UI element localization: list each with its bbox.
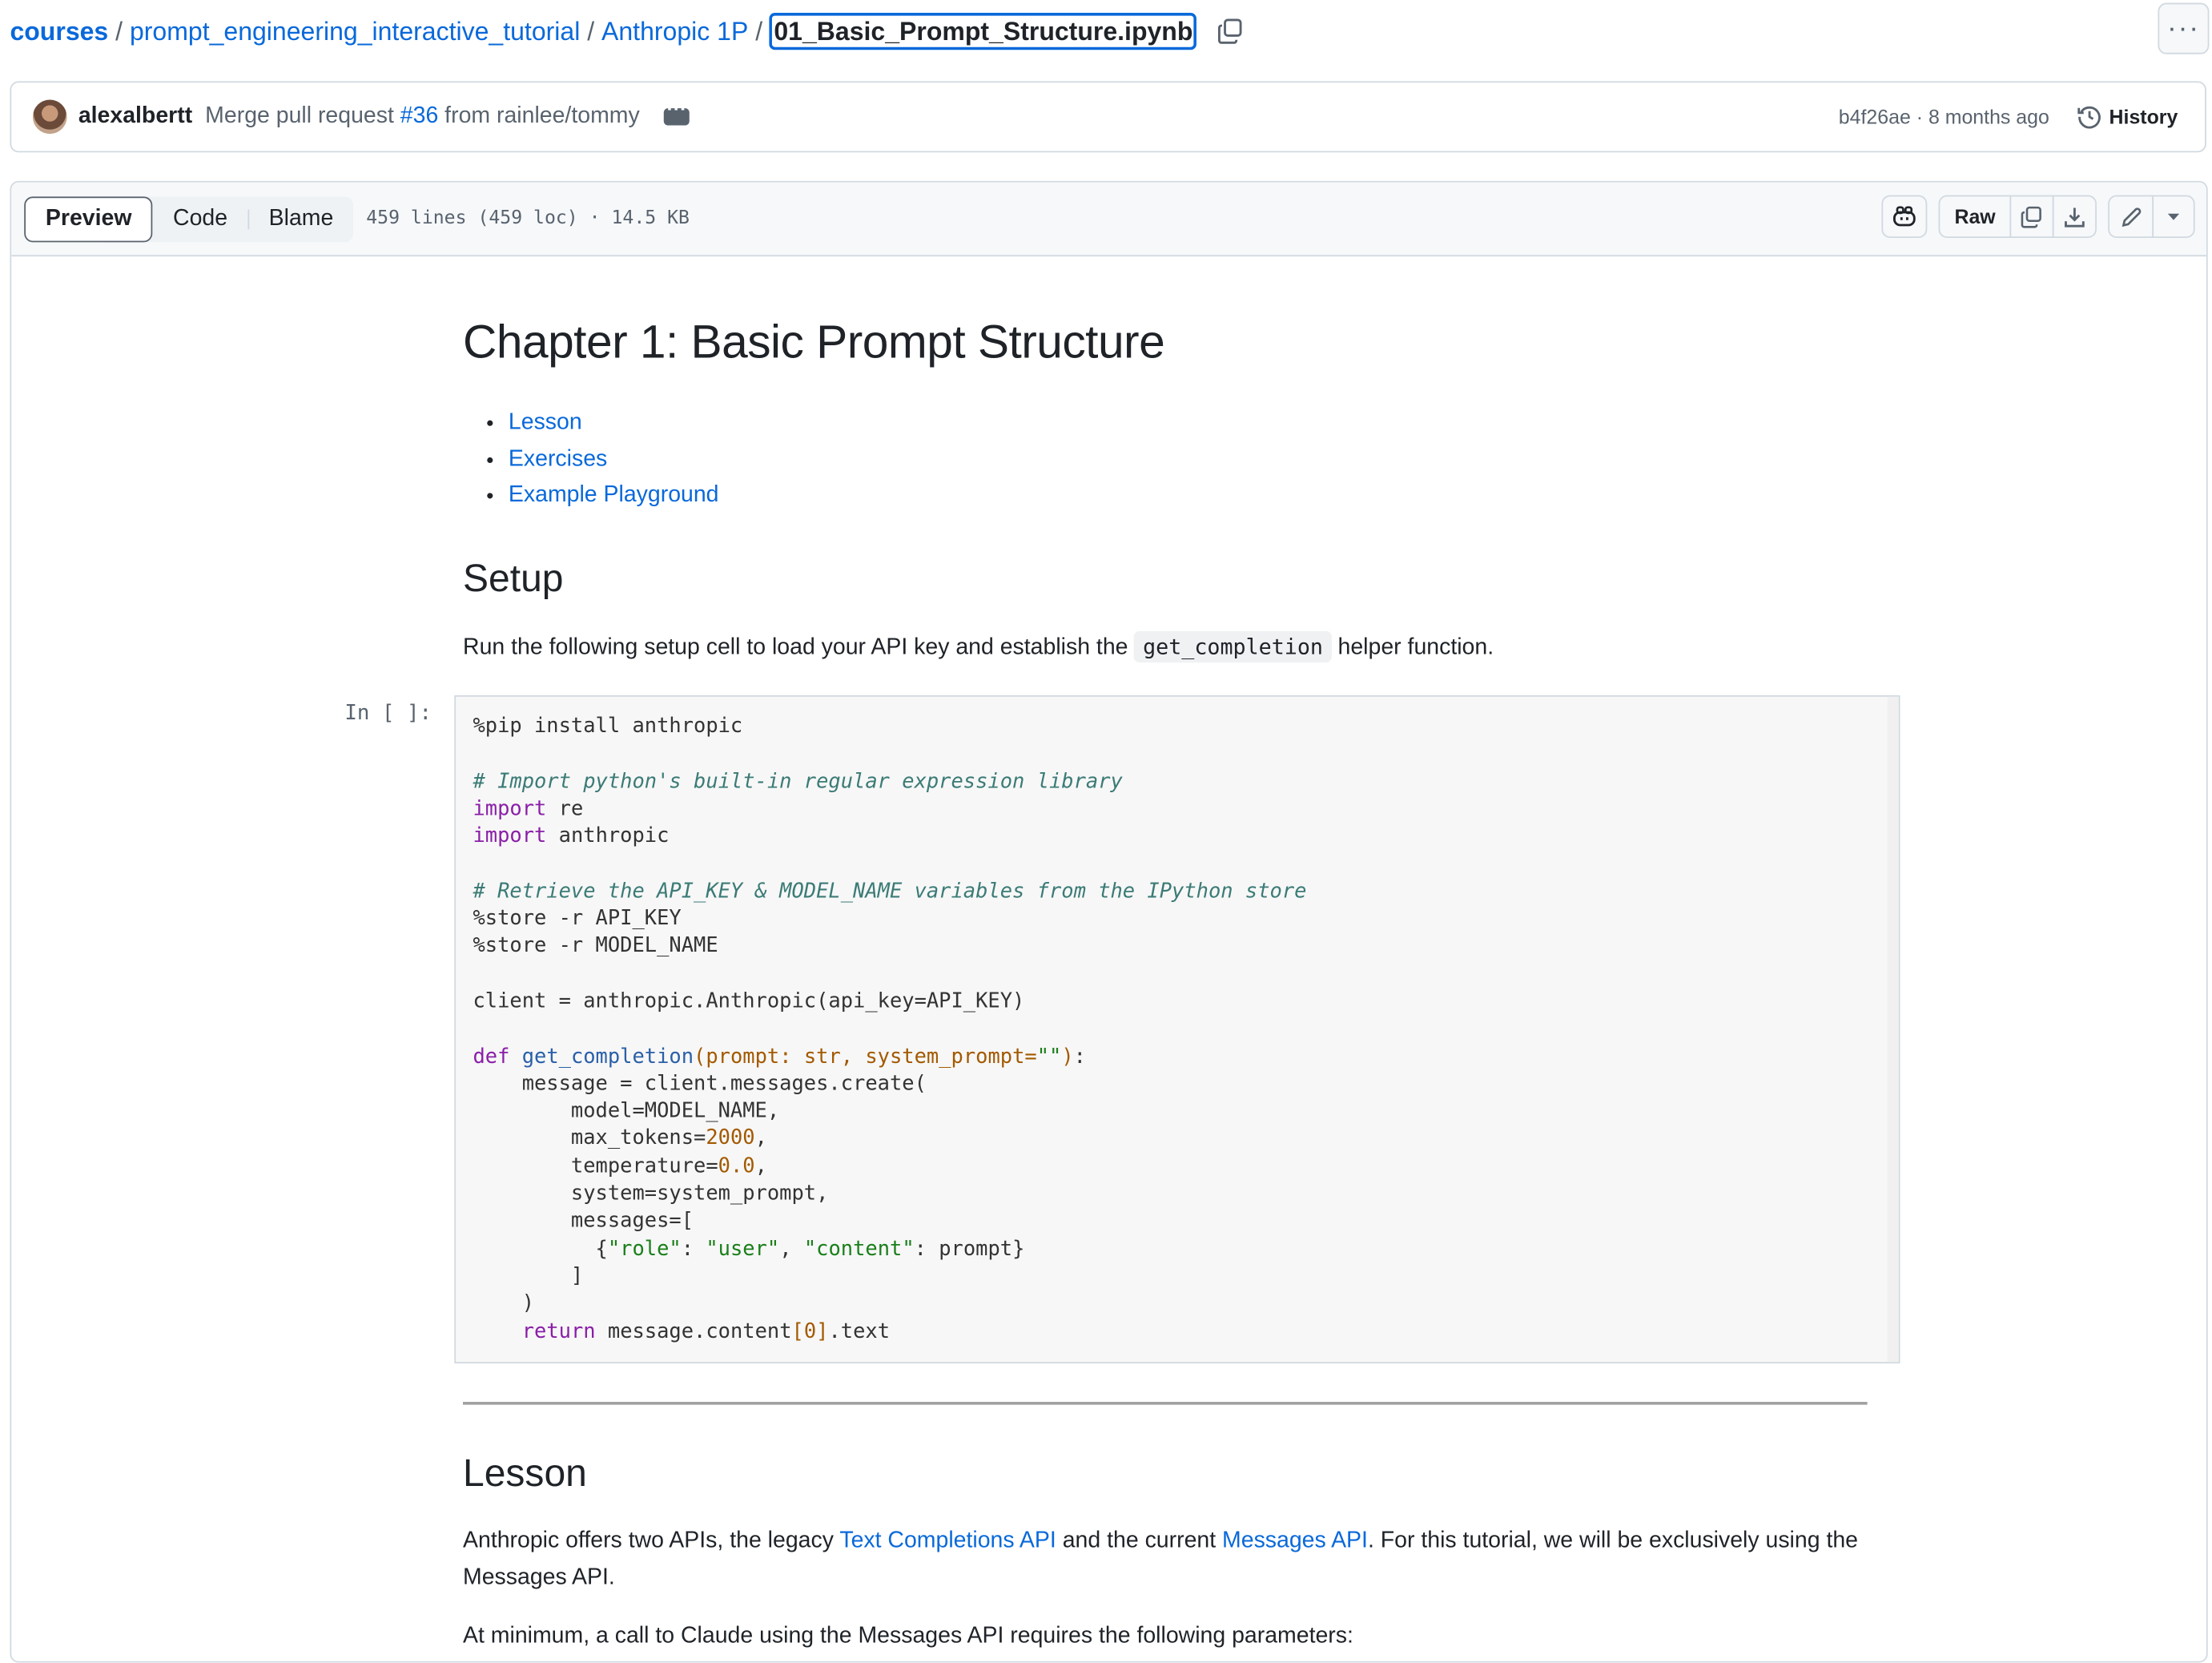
edit-dropdown-button[interactable] xyxy=(2152,195,2195,239)
list-item: Example Playground xyxy=(509,477,719,513)
breadcrumb-folder-link[interactable]: Anthropic 1P xyxy=(601,16,748,46)
commit-author-link[interactable]: alexalbertt xyxy=(78,104,192,130)
setup-text: helper function. xyxy=(1331,635,1494,660)
download-icon xyxy=(2065,207,2085,227)
list-item: Lesson xyxy=(509,405,719,441)
avatar[interactable] xyxy=(32,99,67,135)
commit-message: Merge pull request #36 from rainlee/tomm… xyxy=(205,104,640,130)
breadcrumb-repo-link[interactable]: prompt_engineering_interactive_tutorial xyxy=(130,16,580,46)
file-header: Preview Code Blame 459 lines (459 loc) ·… xyxy=(11,182,2206,257)
messages-api-link[interactable]: Messages API xyxy=(1222,1528,1368,1552)
notebook-title: Chapter 1: Basic Prompt Structure xyxy=(463,315,1165,368)
text-completions-api-link[interactable]: Text Completions API xyxy=(839,1528,1056,1552)
raw-button[interactable]: Raw xyxy=(1938,195,2012,239)
triangle-down-icon xyxy=(2167,213,2180,220)
copy-icon xyxy=(2021,205,2041,228)
cell-input-prompt: In [ ]: xyxy=(344,702,432,726)
breadcrumb-separator: / xyxy=(115,16,123,46)
copy-path-icon[interactable] xyxy=(1217,17,1246,46)
lesson-text: and the current xyxy=(1056,1528,1223,1553)
toc-link-lesson[interactable]: Lesson xyxy=(509,410,582,434)
raw-copy-download-group: Raw xyxy=(1938,195,2097,239)
toc-link-example-playground[interactable]: Example Playground xyxy=(509,483,719,507)
more-options-button[interactable]: ··· xyxy=(2158,2,2210,54)
latest-commit-bar: alexalbertt Merge pull request #36 from … xyxy=(10,81,2206,153)
commit-age: 8 months ago xyxy=(1928,105,2049,129)
pull-request-link[interactable]: #36 xyxy=(400,104,438,128)
history-button[interactable]: History xyxy=(2077,104,2178,130)
breadcrumb-separator: / xyxy=(755,16,763,46)
toc-link-exercises[interactable]: Exercises xyxy=(509,447,607,471)
inline-code: get_completion xyxy=(1134,630,1332,663)
tab-code[interactable]: Code xyxy=(153,196,247,242)
commit-message-suffix: from rainlee/tommy xyxy=(438,103,640,129)
cell-scrollbar[interactable] xyxy=(1887,696,1899,1363)
lesson-paragraph-2: At minimum, a call to Claude using the M… xyxy=(463,1624,1353,1649)
breadcrumb-current-file: 01_Basic_Prompt_Structure.ipynb xyxy=(770,13,1197,50)
lesson-paragraph-1: Anthropic offers two APIs, the legacy Te… xyxy=(463,1523,1873,1597)
code-block: %pip install anthropic # Import python's… xyxy=(473,715,1307,1343)
list-item: Exercises xyxy=(509,441,719,477)
table-of-contents: Lesson Exercises Example Playground xyxy=(463,405,719,513)
history-icon xyxy=(2077,106,2101,129)
tab-preview[interactable]: Preview xyxy=(24,195,154,242)
setup-heading: Setup xyxy=(463,557,564,600)
file-actions: Raw xyxy=(1881,195,2195,239)
edit-button[interactable] xyxy=(2108,195,2154,239)
lesson-heading: Lesson xyxy=(463,1452,587,1495)
breadcrumb-root-link[interactable]: courses xyxy=(10,16,108,46)
commit-meta-separator: · xyxy=(1910,105,1928,129)
history-label: History xyxy=(2109,105,2178,129)
setup-paragraph: Run the following setup cell to load you… xyxy=(463,628,1873,666)
breadcrumb-separator: / xyxy=(587,16,595,46)
lesson-text: Anthropic offers two APIs, the legacy xyxy=(463,1528,840,1553)
section-divider xyxy=(463,1402,1868,1405)
breadcrumb: courses / prompt_engineering_interactive… xyxy=(10,13,1245,50)
copy-raw-button[interactable] xyxy=(2009,195,2054,239)
copilot-icon xyxy=(1893,206,1916,227)
edit-group xyxy=(2108,195,2195,239)
commit-message-prefix: Merge pull request xyxy=(205,103,400,129)
expand-commit-message-icon[interactable] xyxy=(663,97,690,126)
download-button[interactable] xyxy=(2052,195,2097,239)
code-cell: %pip install anthropic # Import python's… xyxy=(454,695,1900,1364)
pencil-icon xyxy=(2121,207,2141,227)
setup-text: Run the following setup cell to load you… xyxy=(463,635,1135,660)
commit-sha-link[interactable]: b4f26ae xyxy=(1839,106,1911,128)
commit-meta: b4f26ae · 8 months ago xyxy=(1839,106,2049,128)
tab-blame[interactable]: Blame xyxy=(249,196,353,242)
kebab-horizontal-icon: ··· xyxy=(2166,12,2200,44)
view-mode-switcher: Preview Code Blame xyxy=(24,195,354,242)
copilot-button[interactable] xyxy=(1881,195,1928,239)
file-info: 459 lines (459 loc) · 14.5 KB xyxy=(366,207,690,230)
